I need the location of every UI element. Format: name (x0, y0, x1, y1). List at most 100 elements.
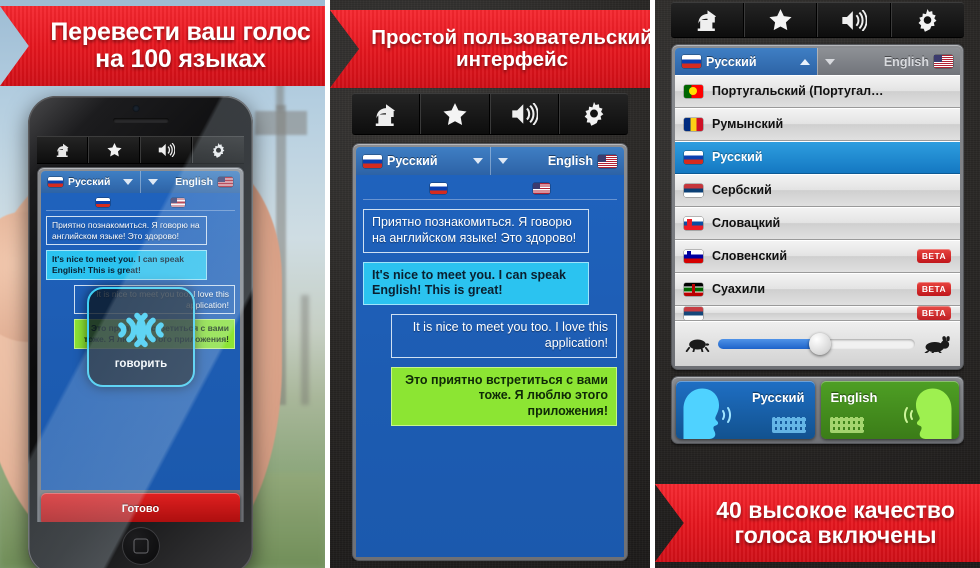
target-language-label: English (547, 154, 593, 168)
chat-bubble: It's nice to meet you. I can speak Engli… (46, 250, 207, 280)
home-button[interactable] (121, 527, 160, 565)
speak-buttons-frame-3: Русский English (671, 376, 964, 444)
speak-overlay-label: говорить (114, 358, 168, 370)
language-row[interactable]: Словенский BETA (675, 240, 960, 273)
chat-flag-row (363, 181, 617, 200)
flag-icon (684, 306, 703, 320)
flag-ru-icon (430, 183, 447, 194)
iphone-device: Русский English Приятно познакомиться. Я… (28, 96, 253, 568)
app-frame-3: Русский English Португальский (Португал…… (671, 44, 964, 370)
language-row[interactable]: Румынский (675, 108, 960, 141)
language-name: Русский (712, 150, 763, 164)
keyboard-icon (829, 417, 864, 433)
settings-button[interactable] (193, 137, 244, 163)
language-bar-1: Русский English (41, 171, 240, 193)
language-row-partial[interactable]: BETA (675, 306, 960, 321)
flag-us-icon (934, 55, 953, 68)
star-icon (443, 102, 467, 125)
sound-waves-icon (904, 407, 913, 423)
share-icon (697, 10, 716, 31)
flag-si-icon (684, 249, 703, 263)
share-button[interactable] (671, 3, 745, 37)
chevron-down-icon (123, 179, 133, 185)
star-icon (769, 9, 792, 31)
keyboard-icon (771, 417, 806, 433)
source-language-label: Русский (706, 54, 757, 69)
target-language-selector[interactable]: English (489, 147, 624, 175)
language-name: Сербский (712, 183, 772, 197)
flag-us-icon (170, 198, 185, 207)
language-row-selected[interactable]: Русский (675, 141, 960, 174)
banner-2: Простой пользовательский интерфейс (330, 10, 650, 88)
speak-button-source[interactable]: Русский (676, 381, 815, 439)
turtle-icon (685, 339, 710, 352)
front-camera (132, 105, 140, 112)
chat-bubble: Приятно познакомиться. Я говорю на англи… (46, 216, 207, 246)
share-button[interactable] (37, 137, 89, 163)
source-language-label: Русский (68, 176, 111, 188)
speed-slider-row[interactable] (675, 321, 960, 366)
app-screen-1: Русский English Приятно познакомиться. Я… (37, 136, 244, 522)
source-language-selector[interactable]: Русский (675, 48, 817, 75)
flag-us-icon (533, 183, 550, 194)
flag-us-icon (598, 154, 617, 168)
app-frame-2: Русский English Приятно познакомиться. Я… (352, 143, 628, 561)
rabbit-icon (924, 335, 950, 353)
settings-button[interactable] (560, 94, 628, 134)
volume-button[interactable] (491, 94, 560, 134)
speak-button-target-label: English (830, 390, 878, 405)
language-row[interactable]: Португальский (Португал… (675, 75, 960, 108)
source-language-selector[interactable]: Русский (41, 171, 140, 193)
favorite-button[interactable] (421, 94, 491, 134)
screenshot-stage: Русский English Приятно познакомиться. Я… (0, 0, 980, 568)
volume-button[interactable] (818, 3, 892, 37)
language-row[interactable]: Сербский (675, 174, 960, 207)
banner-1-line-1: Перевести ваш голос (50, 18, 311, 46)
chat-bubble: Это приятно встретиться с вами тоже. Я л… (391, 366, 617, 426)
star-icon (107, 143, 122, 157)
status-badge: BETA (916, 282, 951, 296)
banner-1: Перевести ваш голос на 100 языках (0, 6, 325, 86)
language-name: Румынский (712, 117, 784, 131)
chevron-down-icon (497, 158, 508, 164)
language-name: Словацкий (712, 216, 781, 230)
app-screen-3: Русский English Португальский (Португал…… (671, 2, 964, 482)
target-language-selector[interactable]: English (817, 48, 960, 75)
banner-2-line-1: Простой пользовательский (371, 25, 650, 49)
speed-slider-track[interactable] (718, 333, 915, 355)
language-row[interactable]: Словацкий (675, 207, 960, 240)
favorite-button[interactable] (89, 137, 141, 163)
speak-overlay[interactable]: говорить (87, 287, 195, 387)
gear-icon (918, 8, 937, 32)
favorite-button[interactable] (745, 3, 818, 37)
source-language-selector[interactable]: Русский (356, 147, 490, 175)
banner-3-line-1: 40 высокое качество (716, 497, 955, 524)
settings-button[interactable] (892, 3, 965, 37)
toolbar-1 (37, 136, 244, 164)
language-name: Словенский (712, 249, 788, 263)
flag-ru-icon (684, 150, 703, 164)
flag-sk-icon (684, 216, 703, 230)
banner-1-line-2: на 100 языках (95, 45, 266, 73)
chevron-down-icon (148, 179, 158, 185)
sound-waves-icon (722, 407, 731, 423)
language-list[interactable]: Португальский (Португал… Румынский Русск… (675, 75, 960, 321)
language-name: Португальский (Португал… (712, 84, 884, 98)
source-language-label: Русский (387, 154, 438, 168)
speed-slider-knob[interactable] (809, 333, 832, 355)
flag-sw-icon (684, 282, 703, 296)
done-button[interactable]: Готово (41, 493, 240, 522)
panel-1: Русский English Приятно познакомиться. Я… (0, 0, 325, 568)
speak-button-target[interactable]: English (820, 381, 959, 439)
language-row[interactable]: Суахили BETA (675, 273, 960, 306)
app-screen-2: Русский English Приятно познакомиться. Я… (352, 93, 628, 561)
speed-slider-fill (718, 339, 821, 349)
banner-2-line-2: интерфейс (455, 48, 568, 71)
banner-3: 40 высокое качество голоса включены (655, 484, 980, 562)
speak-button-source-label: Русский (751, 390, 805, 405)
chat-flag-row (46, 197, 235, 211)
share-button[interactable] (352, 94, 422, 134)
target-language-selector[interactable]: English (140, 171, 240, 193)
volume-button[interactable] (141, 137, 193, 163)
toolbar-3 (671, 2, 964, 38)
